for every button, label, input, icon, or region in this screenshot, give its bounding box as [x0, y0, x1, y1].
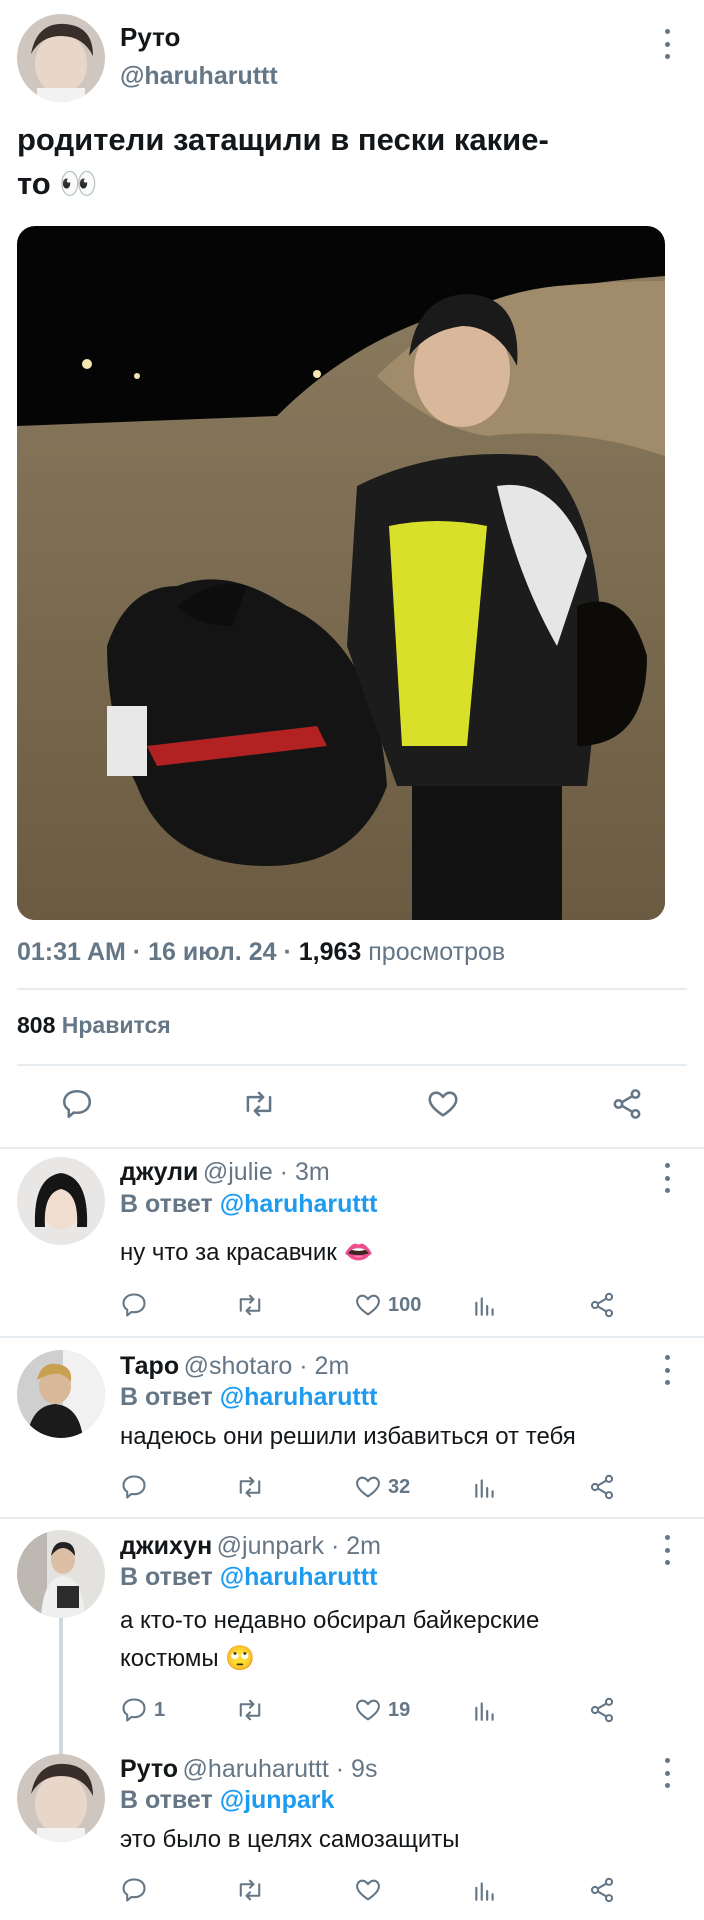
reply-context: В ответ @haruharuttt	[120, 1383, 377, 1412]
reply-header: Руто @haruharuttt · 9s	[120, 1755, 377, 1784]
views-label: просмотров	[368, 938, 506, 966]
likes-summary[interactable]: 808 Нравится	[17, 1012, 171, 1039]
reply-avatar[interactable]	[17, 1754, 105, 1842]
tweet-photo[interactable]	[17, 226, 665, 920]
reply-avatar[interactable]	[17, 1350, 105, 1438]
reply-context: В ответ @haruharuttt	[120, 1563, 377, 1592]
reply-to-link[interactable]: @haruharuttt	[220, 1383, 378, 1411]
tweet-text-line: то 👀	[17, 166, 98, 201]
likes-count: 808	[17, 1012, 56, 1038]
reply-count: 1	[154, 1699, 166, 1721]
tweet-date[interactable]: 16 июл. 24	[148, 938, 276, 966]
reply-header: джули @julie · 3m	[120, 1158, 330, 1187]
separator-dot: ·	[132, 938, 149, 966]
reply-context: В ответ @junpark	[120, 1786, 334, 1815]
share-icon[interactable]	[588, 1291, 616, 1319]
more-icon[interactable]	[662, 29, 672, 59]
stats-icon[interactable]	[472, 1696, 498, 1724]
reply-display-name[interactable]: джули	[120, 1158, 198, 1186]
views-count: 1,963	[298, 938, 362, 966]
more-icon[interactable]	[662, 1163, 672, 1193]
reply-icon[interactable]	[120, 1291, 148, 1319]
reply-to-link[interactable]: @haruharuttt	[220, 1190, 378, 1218]
divider	[0, 1517, 704, 1519]
heart-icon[interactable]	[354, 1696, 382, 1724]
reply-avatar[interactable]	[17, 1530, 105, 1618]
heart-icon[interactable]	[354, 1291, 382, 1319]
share-icon[interactable]	[588, 1473, 616, 1501]
reply-to-link[interactable]: @junpark	[220, 1786, 335, 1814]
reply-icon[interactable]	[120, 1876, 148, 1904]
tweet-timestamp-line: 01:31 AM · 16 июл. 24 · 1,963 просмотров	[17, 938, 505, 967]
likes-label: Нравится	[61, 1012, 171, 1038]
author-handle[interactable]: @haruharuttt	[120, 62, 278, 91]
divider	[17, 1064, 687, 1066]
reply-text: это было в целях самозащиты	[120, 1826, 460, 1853]
reply-display-name[interactable]: Таро	[120, 1352, 179, 1380]
separator-dot: ·	[283, 938, 299, 966]
reply-to-link[interactable]: @haruharuttt	[220, 1563, 378, 1591]
reply-handle-time[interactable]: @shotaro · 2m	[184, 1352, 350, 1380]
reply-icon[interactable]	[60, 1087, 94, 1121]
divider	[0, 1336, 704, 1338]
tweet-text: родители затащили в пески какие- то 👀	[17, 118, 687, 206]
tweet-time[interactable]: 01:31 AM	[17, 938, 126, 966]
retweet-icon[interactable]	[235, 1696, 265, 1724]
share-icon[interactable]	[588, 1876, 616, 1904]
like-count: 100	[388, 1294, 422, 1316]
reply-text: ну что за красавчик 👄	[120, 1239, 374, 1266]
stats-icon[interactable]	[472, 1876, 498, 1904]
divider	[17, 988, 687, 990]
stats-icon[interactable]	[472, 1291, 498, 1319]
reply-text-line: костюмы 🙄	[120, 1645, 256, 1672]
tweet-text-line: родители затащили в пески какие-	[17, 122, 549, 157]
reply-handle-time[interactable]: @julie · 3m	[203, 1158, 330, 1186]
more-icon[interactable]	[662, 1535, 672, 1565]
retweet-icon[interactable]	[241, 1087, 277, 1121]
reply-text: а кто-то недавно обсирал байкерские кост…	[120, 1602, 539, 1678]
reply-context-prefix: В ответ	[120, 1786, 213, 1814]
thread-line	[59, 1618, 63, 1756]
reply-icon[interactable]	[120, 1473, 148, 1501]
share-icon[interactable]	[588, 1696, 616, 1724]
reply-handle-time[interactable]: @haruharuttt · 9s	[183, 1755, 378, 1783]
reply-display-name[interactable]: джихун	[120, 1532, 212, 1560]
reply-avatar[interactable]	[17, 1157, 105, 1245]
reply-handle-time[interactable]: @junpark · 2m	[217, 1532, 381, 1560]
stats-icon[interactable]	[472, 1473, 498, 1501]
heart-icon[interactable]	[354, 1876, 382, 1904]
author-avatar[interactable]	[17, 14, 105, 102]
reply-text-line: а кто-то недавно обсирал байкерские	[120, 1607, 540, 1634]
reply-icon[interactable]	[120, 1696, 148, 1724]
more-icon[interactable]	[662, 1355, 672, 1385]
reply-context-prefix: В ответ	[120, 1383, 213, 1411]
like-count: 19	[388, 1699, 411, 1721]
reply-context-prefix: В ответ	[120, 1190, 213, 1218]
more-icon[interactable]	[662, 1758, 672, 1788]
heart-icon[interactable]	[426, 1087, 460, 1121]
heart-icon[interactable]	[354, 1473, 382, 1501]
reply-display-name[interactable]: Руто	[120, 1755, 178, 1783]
reply-header: Таро @shotaro · 2m	[120, 1352, 349, 1381]
like-count: 32	[388, 1476, 411, 1498]
retweet-icon[interactable]	[235, 1291, 265, 1319]
author-display-name[interactable]: Руто	[120, 22, 180, 53]
reply-context: В ответ @haruharuttt	[120, 1190, 377, 1219]
retweet-icon[interactable]	[235, 1876, 265, 1904]
divider	[0, 1147, 704, 1149]
retweet-icon[interactable]	[235, 1473, 265, 1501]
reply-context-prefix: В ответ	[120, 1563, 213, 1591]
share-icon[interactable]	[610, 1087, 644, 1121]
reply-header: джихун @junpark · 2m	[120, 1532, 381, 1561]
reply-text: надеюсь они решили избавиться от тебя	[120, 1423, 576, 1450]
